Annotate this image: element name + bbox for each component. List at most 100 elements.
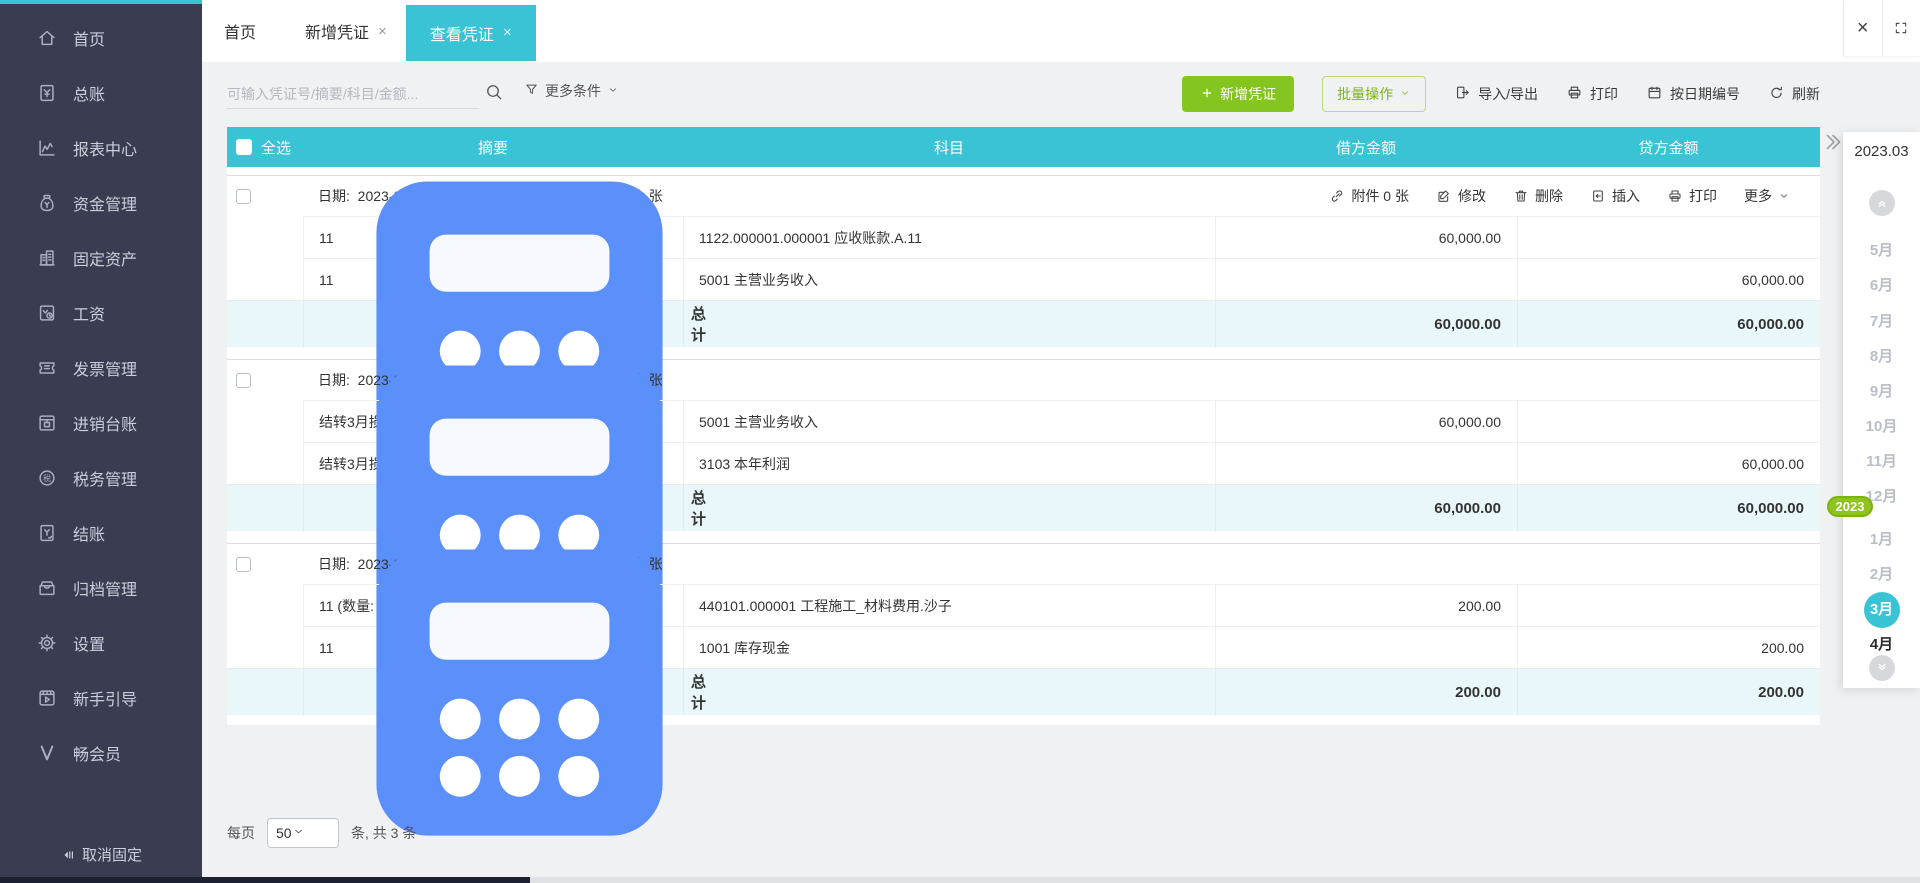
number-by-date-label: 按日期编号 bbox=[1670, 84, 1740, 104]
close-icon[interactable]: × bbox=[1844, 0, 1882, 56]
invoice-icon bbox=[36, 357, 58, 379]
batch-actions-button[interactable]: 批量操作 bbox=[1322, 76, 1426, 112]
add-voucher-button[interactable]: 新增凭证 bbox=[1182, 76, 1294, 112]
month-item-1[interactable]: 1月 bbox=[1843, 528, 1920, 552]
month-item-5[interactable]: 5月 bbox=[1843, 239, 1920, 263]
sidebar-collapse-button[interactable]: 取消固定 bbox=[0, 844, 202, 865]
voucher-group: 日期: 2023-03-18凭证字号: 记-003附单据 张11 (数量: 10… bbox=[227, 543, 1820, 715]
sidebar-item-settings[interactable]: 设置 bbox=[0, 615, 202, 670]
sidebar-item-salary[interactable]: 工资 bbox=[0, 285, 202, 340]
row-debit: 200.00 bbox=[1215, 584, 1517, 626]
search-input[interactable] bbox=[227, 80, 479, 108]
more-filters-button[interactable]: 更多条件 bbox=[524, 81, 619, 101]
insert-icon bbox=[1590, 188, 1606, 204]
attachment-link[interactable]: 附件 0 张 bbox=[1329, 186, 1409, 206]
sidebar-item-label: 新手引导 bbox=[73, 686, 137, 710]
dblup-icon bbox=[1875, 196, 1889, 210]
month-item-4[interactable]: 4月 bbox=[1843, 633, 1920, 657]
month-item-8[interactable]: 8月 bbox=[1843, 345, 1920, 369]
tab-view-voucher[interactable]: 查看凭证× bbox=[406, 5, 536, 61]
voucher-total-row: 总计60,000.0060,000.00 bbox=[227, 484, 1820, 531]
sidebar-item-label: 报表中心 bbox=[73, 136, 137, 160]
sidebar-item-inout[interactable]: 进销台账 bbox=[0, 395, 202, 450]
sidebar-item-funds[interactable]: 资金管理 bbox=[0, 175, 202, 230]
print-label: 打印 bbox=[1590, 84, 1618, 104]
total-label-cell: 总计 bbox=[303, 301, 683, 347]
voucher-total-row: 总计 60,000.0060,000.00 bbox=[227, 300, 1820, 347]
month-item-3[interactable]: 3月 bbox=[1843, 592, 1920, 616]
row-checkbox[interactable] bbox=[236, 373, 251, 388]
insert-link[interactable]: 插入 bbox=[1590, 186, 1640, 206]
sidebar-item-label: 畅会员 bbox=[73, 741, 121, 765]
more-link[interactable]: 更多 bbox=[1744, 186, 1790, 206]
edit-link[interactable]: 修改 bbox=[1436, 186, 1486, 206]
calc-icon bbox=[356, 529, 683, 856]
report-icon bbox=[36, 137, 58, 159]
import-export-button[interactable]: 导入/导出 bbox=[1454, 84, 1538, 104]
bottom-strip bbox=[0, 877, 1920, 883]
sidebar-top-accent bbox=[0, 0, 202, 4]
dblright-icon bbox=[1820, 130, 1844, 154]
month-panel: 2023.03 5月6月7月8月9月10月11月12月1月2月3月4月 2023 bbox=[1843, 132, 1920, 688]
print-row-link[interactable]: 打印 bbox=[1667, 186, 1717, 206]
refresh-label: 刷新 bbox=[1792, 84, 1820, 104]
number-by-date-button[interactable]: 按日期编号 bbox=[1646, 84, 1740, 104]
archive-icon bbox=[36, 577, 58, 599]
month-item-9[interactable]: 9月 bbox=[1843, 380, 1920, 404]
month-item-11[interactable]: 11月 bbox=[1843, 450, 1920, 474]
scroll-down-icon[interactable] bbox=[1869, 655, 1895, 681]
import-export-label: 导入/导出 bbox=[1478, 84, 1538, 104]
total-credit: 60,000.00 bbox=[1517, 301, 1820, 347]
sidebar-item-ledger[interactable]: 总账 bbox=[0, 65, 202, 120]
tab-label: 首页 bbox=[224, 19, 256, 43]
refresh-button[interactable]: 刷新 bbox=[1768, 84, 1820, 104]
tab-close-icon[interactable]: × bbox=[503, 24, 512, 41]
month-item-10[interactable]: 10月 bbox=[1843, 415, 1920, 439]
edit-label: 修改 bbox=[1458, 186, 1486, 206]
sidebar-item-invoice[interactable]: 发票管理 bbox=[0, 340, 202, 395]
per-page-select[interactable]: 50 bbox=[267, 818, 339, 848]
row-actions: 附件 0 张 修改 删除 插入 打印 更多 bbox=[1329, 186, 1820, 206]
sidebar-item-guide[interactable]: 新手引导 bbox=[0, 670, 202, 725]
total-count-label: 条, 共 3 条 bbox=[351, 823, 416, 843]
row-subject: 5001 主营业务收入 bbox=[683, 258, 1215, 300]
tab-home[interactable]: 首页 bbox=[224, 19, 256, 43]
row-credit bbox=[1517, 584, 1820, 626]
sidebar-item-tax[interactable]: 税税务管理 bbox=[0, 450, 202, 505]
row-checkbox[interactable] bbox=[236, 557, 251, 572]
sidebar-item-report[interactable]: 报表中心 bbox=[0, 120, 202, 175]
closing-icon bbox=[36, 522, 58, 544]
collapse-month-panel-icon[interactable] bbox=[1820, 130, 1844, 154]
total-label-cell: 总计 bbox=[303, 485, 683, 531]
row-checkbox[interactable] bbox=[236, 189, 251, 204]
row-credit: 200.00 bbox=[1517, 626, 1820, 668]
sidebar-item-member[interactable]: 畅会员 bbox=[0, 725, 202, 780]
chev-icon bbox=[607, 84, 619, 96]
sidebar-item-archive[interactable]: 归档管理 bbox=[0, 560, 202, 615]
printer-icon bbox=[1566, 84, 1583, 101]
fullscreen-icon[interactable] bbox=[1882, 0, 1920, 56]
sidebar: 首页总账报表中心资金管理固定资产工资发票管理进销台账税税务管理结账归档管理设置新… bbox=[0, 0, 202, 877]
tab-close-icon[interactable]: × bbox=[378, 23, 387, 40]
select-all-checkbox[interactable] bbox=[236, 139, 252, 155]
month-item-2[interactable]: 2月 bbox=[1843, 563, 1920, 587]
month-item-7[interactable]: 7月 bbox=[1843, 310, 1920, 334]
settings-icon bbox=[36, 632, 58, 654]
tab-new-voucher[interactable]: 新增凭证× bbox=[305, 19, 387, 43]
delete-label: 删除 bbox=[1535, 186, 1563, 206]
guide-icon bbox=[36, 687, 58, 709]
sidebar-item-assets[interactable]: 固定资产 bbox=[0, 230, 202, 285]
scroll-up-icon[interactable] bbox=[1869, 190, 1895, 216]
refresh-icon bbox=[1768, 84, 1785, 101]
row-debit bbox=[1215, 442, 1517, 484]
total-debit: 60,000.00 bbox=[1215, 301, 1517, 347]
assets-icon bbox=[36, 247, 58, 269]
month-item-6[interactable]: 6月 bbox=[1843, 274, 1920, 298]
delete-link[interactable]: 删除 bbox=[1513, 186, 1563, 206]
sidebar-item-home[interactable]: 首页 bbox=[0, 10, 202, 65]
sidebar-item-label: 税务管理 bbox=[73, 466, 137, 490]
print-button[interactable]: 打印 bbox=[1566, 84, 1618, 104]
sidebar-item-closing[interactable]: 结账 bbox=[0, 505, 202, 560]
select-all-label: 全选 bbox=[261, 137, 291, 158]
sidebar-nav: 首页总账报表中心资金管理固定资产工资发票管理进销台账税税务管理结账归档管理设置新… bbox=[0, 10, 202, 780]
